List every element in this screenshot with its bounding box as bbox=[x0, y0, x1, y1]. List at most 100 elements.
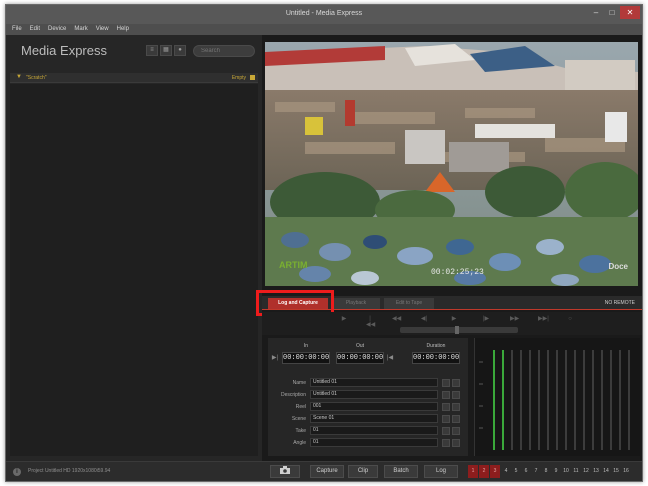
clip-button[interactable]: Clip bbox=[348, 465, 378, 478]
search-input[interactable] bbox=[193, 45, 255, 57]
field-name: Name Untitled 01 bbox=[268, 378, 468, 388]
duration-timecode: 00:00:00:00 bbox=[412, 352, 460, 364]
lock-button[interactable] bbox=[452, 415, 460, 423]
meter-bar bbox=[583, 350, 585, 450]
play-icon[interactable]: ▶ bbox=[450, 316, 458, 322]
go-to-start-icon[interactable]: |◀◀ bbox=[366, 316, 375, 328]
go-to-end-icon[interactable]: ▶▶| bbox=[538, 316, 549, 322]
jog-knob[interactable] bbox=[455, 326, 459, 334]
channel-toggle[interactable]: 4 bbox=[501, 465, 511, 478]
mark-in-icon[interactable]: ▶| bbox=[271, 354, 279, 362]
reel-input[interactable]: 001 bbox=[310, 402, 438, 411]
tab-playback[interactable]: Playback bbox=[332, 298, 380, 309]
increment-button[interactable] bbox=[442, 391, 450, 399]
disclosure-triangle-icon[interactable]: ▼ bbox=[16, 74, 22, 80]
menu-view[interactable]: View bbox=[96, 24, 109, 35]
scratch-bin[interactable]: ▼ "Scratch" Empty bbox=[10, 73, 258, 83]
channel-toggle[interactable]: 16 bbox=[621, 465, 631, 478]
in-label: In bbox=[303, 343, 309, 349]
meter-bar bbox=[601, 350, 603, 450]
channel-toggle[interactable]: 11 bbox=[571, 465, 581, 478]
lock-button[interactable] bbox=[452, 427, 460, 435]
menu-edit[interactable]: Edit bbox=[30, 24, 40, 35]
meter-bar bbox=[538, 350, 540, 450]
menu-help[interactable]: Help bbox=[117, 24, 129, 35]
channel-toggle[interactable]: 6 bbox=[521, 465, 531, 478]
play-around-icon[interactable]: ▶ bbox=[340, 316, 348, 322]
take-input[interactable]: 01 bbox=[310, 426, 438, 435]
increment-button[interactable] bbox=[442, 379, 450, 387]
minimize-button[interactable]: – bbox=[588, 6, 604, 19]
lock-button[interactable] bbox=[452, 439, 460, 447]
meter-bar bbox=[619, 350, 621, 450]
tab-edit-to-tape[interactable]: Edit to Tape bbox=[384, 298, 434, 309]
scene-input[interactable]: Scene 01 bbox=[310, 414, 438, 423]
remote-status: NO REMOTE bbox=[604, 300, 635, 306]
channel-toggle[interactable]: 9 bbox=[551, 465, 561, 478]
title-bar[interactable]: Untitled - Media Express – □ ✕ bbox=[6, 5, 642, 24]
field-reel: Reel 001 bbox=[268, 402, 468, 412]
status-bar: i Project Untitled HD 1920x1080i59.94 Ca… bbox=[6, 461, 642, 481]
channel-toggle[interactable]: 10 bbox=[561, 465, 571, 478]
list-view-icon[interactable]: ≡ bbox=[146, 45, 158, 56]
lock-button[interactable] bbox=[452, 403, 460, 411]
channel-toggle[interactable]: 12 bbox=[581, 465, 591, 478]
meter-bar bbox=[565, 350, 567, 450]
channel-toggle[interactable]: 2 bbox=[479, 465, 489, 478]
increment-button[interactable] bbox=[442, 403, 450, 411]
jog-shuttle[interactable] bbox=[400, 326, 518, 334]
field-label: Angle bbox=[293, 440, 306, 446]
batch-button[interactable]: Batch bbox=[384, 465, 418, 478]
increment-button[interactable] bbox=[442, 427, 450, 435]
channel-toggle[interactable]: 13 bbox=[591, 465, 601, 478]
increment-button[interactable] bbox=[442, 439, 450, 447]
step-forward-icon[interactable]: |▶ bbox=[482, 316, 490, 322]
broadcaster-logo-left: ARTIM bbox=[279, 260, 308, 270]
mark-out-icon[interactable]: |◀ bbox=[386, 354, 394, 362]
meter-bar bbox=[502, 350, 504, 450]
field-scene: Scene Scene 01 bbox=[268, 414, 468, 424]
clip-list[interactable] bbox=[10, 84, 258, 456]
bin-icon[interactable] bbox=[250, 75, 255, 80]
info-icon[interactable]: i bbox=[13, 468, 21, 476]
channel-toggle[interactable]: 15 bbox=[611, 465, 621, 478]
channel-toggle[interactable]: 3 bbox=[490, 465, 500, 478]
broadcaster-logo-right: Doce bbox=[608, 262, 628, 271]
description-input[interactable]: Untitled 01 bbox=[310, 390, 438, 399]
meter-bar bbox=[547, 350, 549, 450]
log-button[interactable]: Log bbox=[424, 465, 458, 478]
maximize-button[interactable]: □ bbox=[604, 6, 620, 19]
record-icon[interactable]: ○ bbox=[566, 316, 574, 322]
channel-toggle[interactable]: 8 bbox=[541, 465, 551, 478]
window-controls: – □ ✕ bbox=[588, 6, 640, 19]
video-viewer: ARTIM 00:02:25;23 Doce bbox=[265, 42, 638, 286]
thumbnail-view-icon[interactable]: ▦ bbox=[160, 45, 172, 56]
channel-toggle[interactable]: 1 bbox=[468, 465, 478, 478]
channel-toggle[interactable]: 14 bbox=[601, 465, 611, 478]
close-button[interactable]: ✕ bbox=[620, 6, 640, 19]
menu-device[interactable]: Device bbox=[48, 24, 66, 35]
lock-button[interactable] bbox=[452, 379, 460, 387]
capture-button[interactable]: Capture bbox=[310, 465, 344, 478]
burned-in-timecode: 00:02:25;23 bbox=[431, 268, 484, 277]
menu-mark[interactable]: Mark bbox=[74, 24, 87, 35]
out-timecode[interactable]: 00:00:00:00 bbox=[336, 352, 384, 364]
in-timecode[interactable]: 00:00:00:00 bbox=[282, 352, 330, 364]
fast-forward-icon[interactable]: ▶▶ bbox=[510, 316, 519, 322]
meter-bar bbox=[592, 350, 594, 450]
lock-button[interactable] bbox=[452, 391, 460, 399]
field-label: Scene bbox=[291, 416, 306, 422]
out-label: Out bbox=[355, 343, 365, 349]
channel-toggle[interactable]: 5 bbox=[511, 465, 521, 478]
bin-status: Empty bbox=[231, 75, 246, 81]
app-window: Untitled - Media Express – □ ✕ File Edit… bbox=[5, 4, 643, 482]
increment-button[interactable] bbox=[442, 415, 450, 423]
step-back-icon[interactable]: ◀| bbox=[420, 316, 428, 322]
name-input[interactable]: Untitled 01 bbox=[310, 378, 438, 387]
rewind-icon[interactable]: ◀◀ bbox=[392, 316, 401, 322]
channel-toggle[interactable]: 7 bbox=[531, 465, 541, 478]
camera-button[interactable] bbox=[270, 465, 300, 478]
info-view-icon[interactable]: ● bbox=[174, 45, 186, 56]
menu-file[interactable]: File bbox=[12, 24, 22, 35]
angle-input[interactable]: 01 bbox=[310, 438, 438, 447]
